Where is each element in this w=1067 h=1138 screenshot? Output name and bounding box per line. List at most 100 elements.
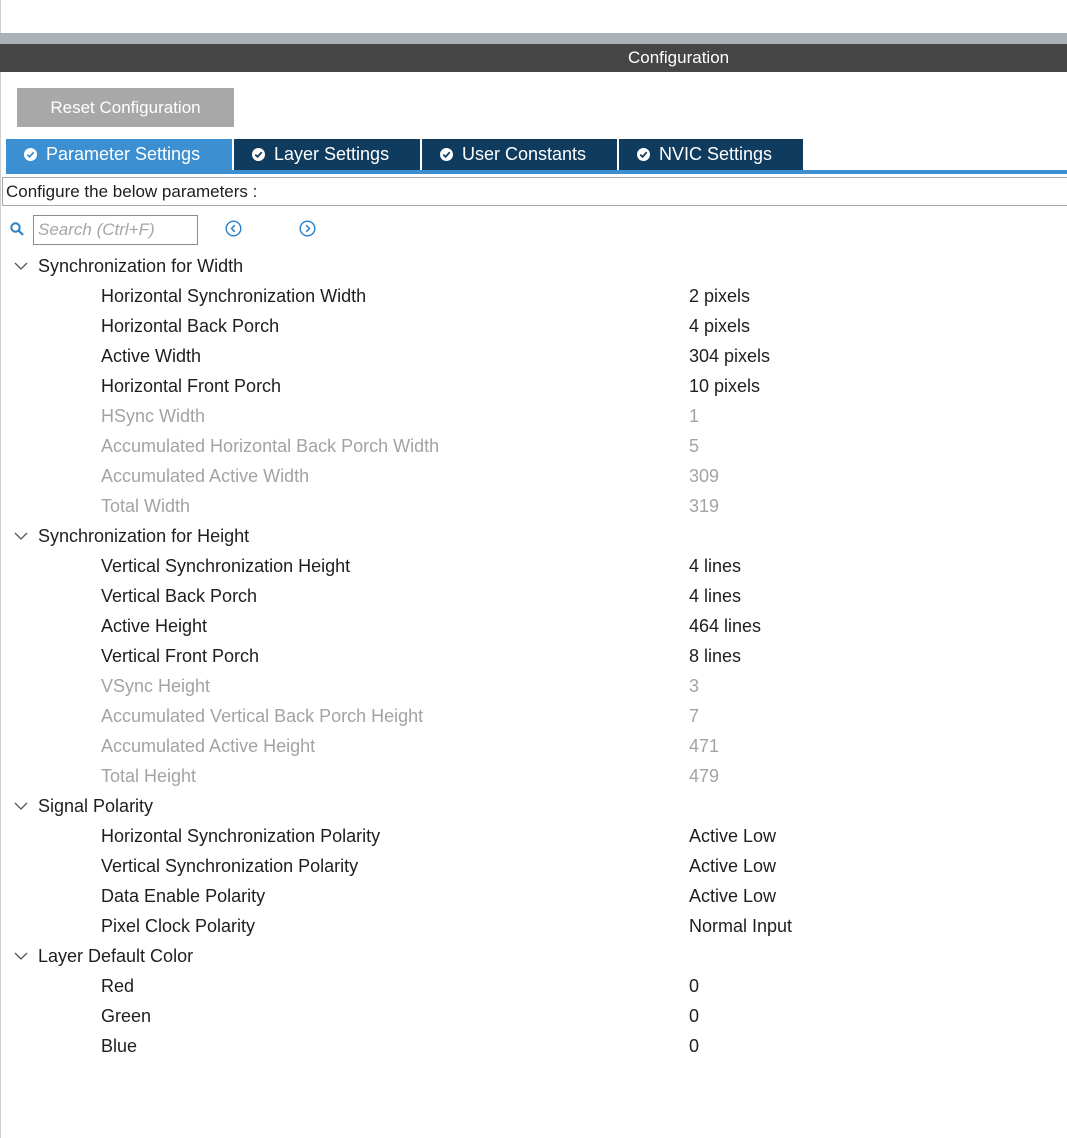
chevron-down-icon — [14, 799, 28, 813]
param-value: 479 — [689, 766, 720, 786]
param-row: Total Width 319 — [0, 491, 1067, 521]
param-row: HSync Width 1 — [0, 401, 1067, 431]
param-row: VSync Height 3 — [0, 671, 1067, 701]
param-name: VSync Height — [101, 676, 211, 696]
tab-label: User Constants — [462, 144, 587, 164]
search-input[interactable] — [33, 215, 198, 245]
tab-parameter-settings[interactable]: Parameter Settings — [6, 139, 234, 170]
param-name: Vertical Front Porch — [101, 646, 260, 666]
param-name: Green — [101, 1006, 152, 1026]
param-name: HSync Width — [101, 406, 206, 426]
group-header-layer-default-color[interactable]: Layer Default Color — [14, 941, 193, 971]
param-name: Vertical Back Porch — [101, 586, 258, 606]
param-row[interactable]: Green 0 — [0, 1001, 1067, 1031]
param-name: Pixel Clock Polarity — [101, 916, 256, 936]
settings-tabs: Parameter Settings Layer Settings User C… — [6, 139, 803, 170]
param-value[interactable]: 0 — [689, 1031, 699, 1061]
param-row[interactable]: Vertical Back Porch 4 lines — [0, 581, 1067, 611]
param-value: 309 — [689, 466, 720, 486]
tab-nvic-settings[interactable]: NVIC Settings — [619, 139, 803, 170]
param-row[interactable]: Pixel Clock Polarity Normal Input — [0, 911, 1067, 941]
param-name: Active Width — [101, 346, 202, 366]
param-name: Total Width — [101, 496, 191, 516]
parameters-description: Configure the below parameters : — [2, 177, 1067, 206]
param-row: Accumulated Active Height 471 — [0, 731, 1067, 761]
param-row[interactable]: Active Width 304 pixels — [0, 341, 1067, 371]
param-value: 1 — [689, 406, 700, 426]
tab-label: NVIC Settings — [659, 144, 773, 164]
param-row: Accumulated Horizontal Back Porch Width 5 — [0, 431, 1067, 461]
param-value[interactable]: 4 lines — [689, 581, 741, 611]
group-title: Synchronization for Height — [38, 526, 250, 546]
param-value[interactable]: 4 lines — [689, 551, 741, 581]
group-title: Synchronization for Width — [38, 256, 244, 276]
param-name: Blue — [101, 1036, 138, 1056]
param-row[interactable]: Horizontal Synchronization Width 2 pixels — [0, 281, 1067, 311]
chevron-down-icon — [14, 949, 28, 963]
param-row: Accumulated Active Width 309 — [0, 461, 1067, 491]
chevron-right-circle-icon — [299, 220, 316, 237]
param-value[interactable]: Active Low — [689, 851, 776, 881]
configuration-title-bar: Configuration — [0, 44, 1067, 72]
param-value[interactable]: Normal Input — [689, 911, 792, 941]
group-header-signal-polarity[interactable]: Signal Polarity — [14, 791, 153, 821]
chevron-down-icon — [14, 529, 28, 543]
param-value[interactable]: 8 lines — [689, 641, 741, 671]
param-name: Total Height — [101, 766, 197, 786]
group-header-sync-height[interactable]: Synchronization for Height — [14, 521, 249, 551]
group-header-sync-width[interactable]: Synchronization for Width — [14, 251, 243, 281]
tab-label: Layer Settings — [274, 144, 390, 164]
group-title: Layer Default Color — [38, 946, 194, 966]
param-value[interactable]: 0 — [689, 971, 699, 1001]
param-value[interactable]: Active Low — [689, 881, 776, 911]
reset-configuration-button[interactable]: Reset Configuration — [17, 88, 234, 127]
search-icon[interactable] — [10, 222, 24, 241]
param-value[interactable]: 304 pixels — [689, 341, 770, 371]
param-row[interactable]: Horizontal Synchronization Polarity Activ… — [0, 821, 1067, 851]
chevron-left-circle-icon — [225, 220, 242, 237]
check-circle-icon — [440, 148, 453, 161]
param-value[interactable]: 464 lines — [689, 611, 761, 641]
configuration-title: Configuration — [628, 48, 730, 67]
param-row[interactable]: Vertical Synchronization Height 4 lines — [0, 551, 1067, 581]
param-name: Accumulated Horizontal Back Porch Width — [101, 436, 440, 456]
param-row[interactable]: Vertical Synchronization Polarity Active … — [0, 851, 1067, 881]
next-result-button[interactable] — [299, 220, 316, 237]
tab-user-constants[interactable]: User Constants — [422, 139, 619, 170]
param-value: 5 — [689, 436, 700, 456]
param-value[interactable]: 10 pixels — [689, 371, 760, 401]
param-name: Active Height — [101, 616, 208, 636]
param-value[interactable]: Active Low — [689, 821, 776, 851]
param-row[interactable]: Vertical Front Porch 8 lines — [0, 641, 1067, 671]
param-row: Accumulated Vertical Back Porch Height 7 — [0, 701, 1067, 731]
param-row[interactable]: Data Enable Polarity Active Low — [0, 881, 1067, 911]
param-name: Horizontal Front Porch — [101, 376, 282, 396]
check-circle-icon — [637, 148, 650, 161]
param-name: Vertical Synchronization Height — [101, 556, 351, 576]
param-name: Data Enable Polarity — [101, 886, 266, 906]
check-circle-icon — [252, 148, 265, 161]
param-value[interactable]: 4 pixels — [689, 311, 750, 341]
previous-result-button[interactable] — [225, 220, 242, 237]
param-name: Red — [101, 976, 135, 996]
panel-top-strip — [0, 33, 1067, 44]
param-value: 471 — [689, 736, 720, 756]
chevron-down-icon — [14, 259, 28, 273]
param-name: Accumulated Vertical Back Porch Height — [101, 706, 424, 726]
param-value[interactable]: 0 — [689, 1001, 699, 1031]
param-value: 3 — [689, 676, 700, 696]
tab-label: Parameter Settings — [46, 144, 201, 164]
param-name: Horizontal Synchronization Polarity — [101, 826, 381, 846]
param-row[interactable]: Blue 0 — [0, 1031, 1067, 1061]
param-row[interactable]: Red 0 — [0, 971, 1067, 1001]
param-name: Horizontal Back Porch — [101, 316, 280, 336]
param-row[interactable]: Horizontal Front Porch 10 pixels — [0, 371, 1067, 401]
check-circle-icon — [24, 148, 37, 161]
param-value: 7 — [689, 706, 700, 726]
param-name: Accumulated Active Width — [101, 466, 310, 486]
tab-layer-settings[interactable]: Layer Settings — [234, 139, 422, 170]
param-name: Accumulated Active Height — [101, 736, 316, 756]
param-value[interactable]: 2 pixels — [689, 281, 750, 311]
param-row[interactable]: Active Height 464 lines — [0, 611, 1067, 641]
param-row[interactable]: Horizontal Back Porch 4 pixels — [0, 311, 1067, 341]
